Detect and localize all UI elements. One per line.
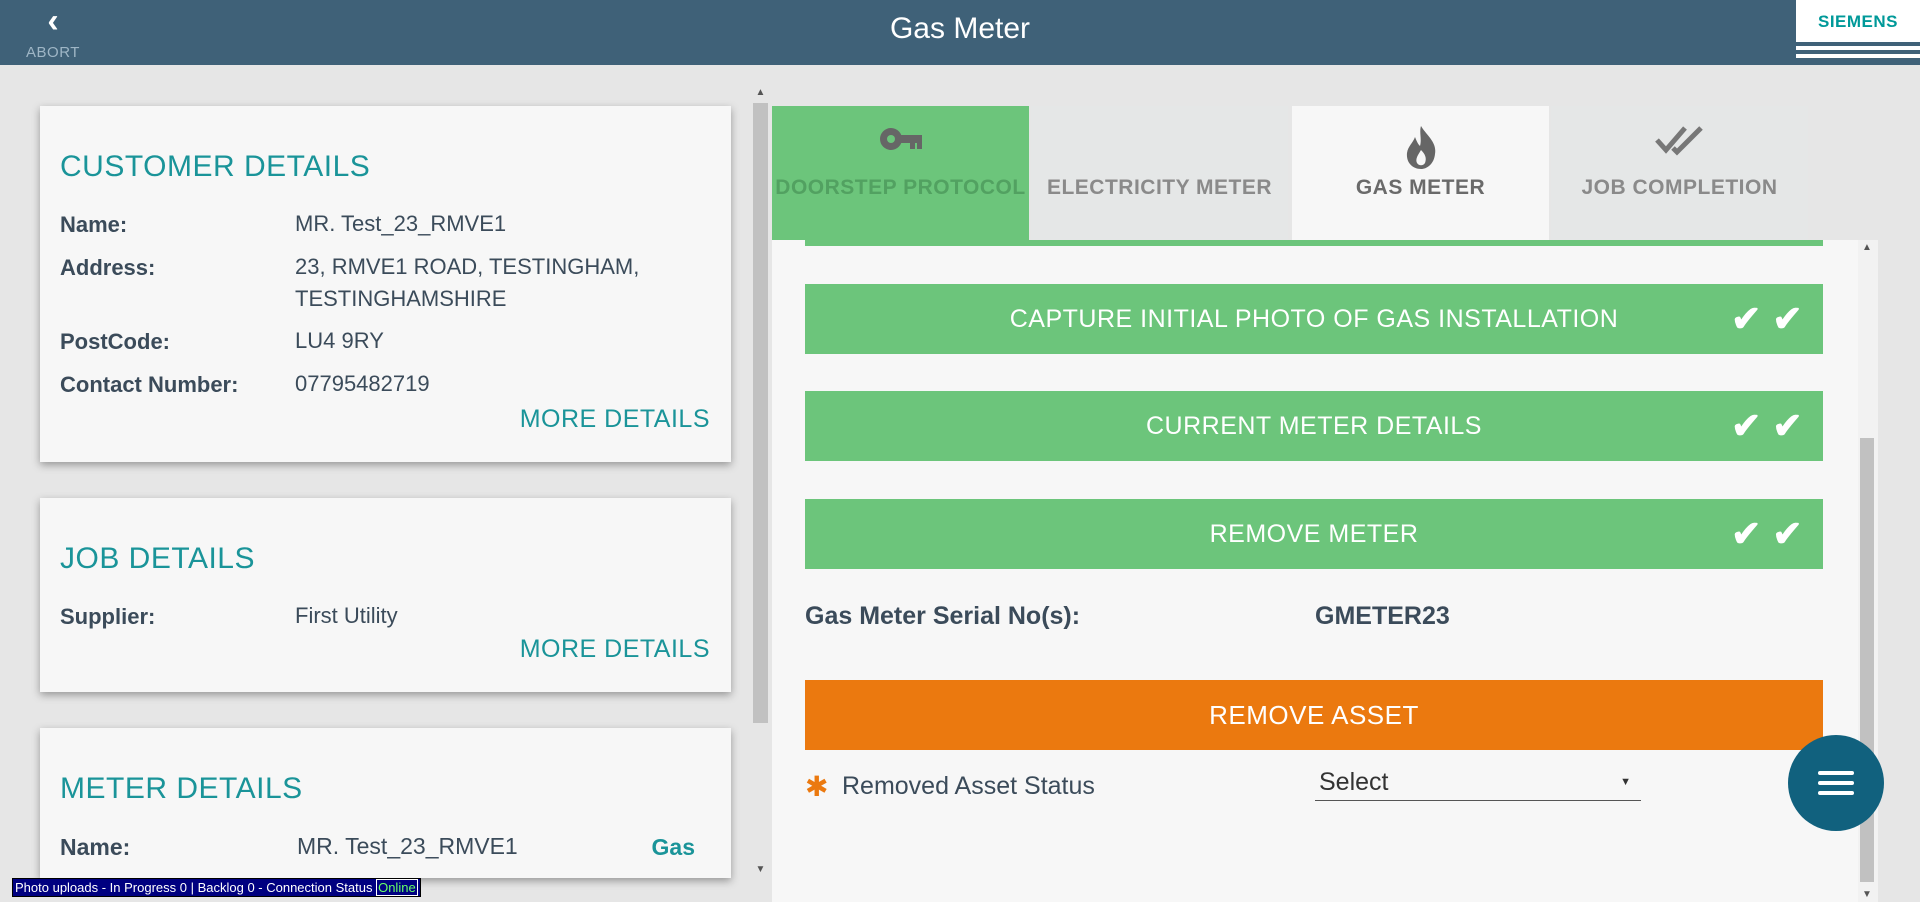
meter-details-heading: METER DETAILS (60, 772, 303, 805)
customer-details-card: CUSTOMER DETAILS Name: MR. Test_23_RMVE1… (40, 106, 731, 462)
left-scrollbar[interactable]: ▲ ▼ (752, 87, 769, 875)
remove-meter-section[interactable]: REMOVE METER ✔︎ ✔︎ (805, 499, 1823, 569)
job-more-details-link[interactable]: MORE DETAILS (520, 635, 710, 664)
double-check-icon: ✔︎ ✔︎ (1731, 298, 1803, 339)
hamburger-icon (1818, 791, 1854, 795)
remove-asset-button[interactable]: REMOVE ASSET (805, 680, 1823, 750)
customer-address-label: Address: (60, 255, 156, 280)
tab-electricity-meter-label: ELECTRICITY METER (1046, 176, 1273, 199)
capture-photo-section[interactable]: CAPTURE INITIAL PHOTO OF GAS INSTALLATIO… (805, 284, 1823, 354)
supplier-label: Supplier: (60, 604, 156, 629)
scroll-down-arrow-icon[interactable]: ▼ (1858, 889, 1876, 900)
caret-down-icon: ▼ (1620, 776, 1631, 788)
app-header: ‹ ABORT Gas Meter SIEMENS (0, 0, 1920, 65)
job-details-heading: JOB DETAILS (60, 542, 255, 575)
customer-details-heading: CUSTOMER DETAILS (60, 150, 371, 183)
logo-text: SIEMENS (1817, 12, 1899, 31)
flame-icon (1406, 126, 1435, 169)
tab-job-completion[interactable]: JOB COMPLETION (1551, 106, 1808, 240)
hamburger-icon (1818, 771, 1854, 775)
logo-stripe (1796, 42, 1920, 46)
tab-job-completion-label: JOB COMPLETION (1581, 176, 1778, 199)
supplier-value: First Utility (295, 603, 398, 628)
hamburger-icon (1818, 781, 1854, 785)
meter-details-card: METER DETAILS Name: MR. Test_23_RMVE1 Ga… (40, 728, 731, 878)
upload-status-text: Photo uploads - In Progress 0 | Backlog … (15, 880, 373, 895)
removed-asset-status-label: Removed Asset Status (842, 772, 1095, 800)
gas-meter-panel: CAPTURE INITIAL PHOTO OF GAS INSTALLATIO… (772, 240, 1878, 902)
select-value: Select (1319, 768, 1389, 796)
customer-postcode-value: LU4 9RY (295, 328, 384, 353)
tab-gas-meter-label: GAS METER (1355, 176, 1486, 199)
tab-gas-meter[interactable]: GAS METER (1292, 106, 1549, 240)
double-check-icon (1654, 126, 1703, 156)
customer-name-value: MR. Test_23_RMVE1 (295, 211, 507, 236)
remove-meter-label: REMOVE METER (1209, 520, 1419, 548)
connection-status-badge: Online (376, 879, 418, 896)
serial-value: GMETER23 (1315, 602, 1450, 630)
logo-stripe (1796, 50, 1920, 54)
removed-asset-status-select[interactable]: Select ▼ (1315, 766, 1641, 801)
customer-contact-label: Contact Number: (60, 372, 239, 397)
double-check-icon: ✔︎ ✔︎ (1731, 513, 1803, 554)
capture-photo-label: CAPTURE INITIAL PHOTO OF GAS INSTALLATIO… (1009, 305, 1619, 333)
tab-doorstep-protocol-label: DOORSTEP PROTOCOL (775, 176, 1026, 199)
meter-type-badge: Gas (651, 834, 695, 860)
tab-electricity-meter[interactable]: ELECTRICITY METER (1031, 106, 1288, 240)
customer-more-details-link[interactable]: MORE DETAILS (520, 405, 710, 434)
key-icon (879, 128, 922, 150)
section-divider (805, 240, 1823, 246)
scroll-down-arrow-icon[interactable]: ▼ (752, 864, 769, 875)
menu-fab-button[interactable] (1788, 735, 1884, 831)
left-scroll-thumb[interactable] (753, 103, 768, 723)
job-details-card: JOB DETAILS Supplier: First Utility MORE… (40, 498, 731, 692)
siemens-logo: SIEMENS (1796, 0, 1920, 58)
customer-address-value: 23, RMVE1 ROAD, TESTINGHAM, TESTINGHAMSH… (295, 254, 640, 311)
page-title: Gas Meter (889, 12, 1031, 45)
scroll-up-arrow-icon[interactable]: ▲ (1858, 242, 1876, 253)
serial-label: Gas Meter Serial No(s): (805, 602, 1081, 630)
current-meter-label: CURRENT METER DETAILS (1145, 412, 1482, 440)
tab-doorstep-protocol[interactable]: DOORSTEP PROTOCOL (772, 106, 1029, 240)
double-check-icon: ✔︎ ✔︎ (1731, 405, 1803, 446)
current-meter-details-section[interactable]: CURRENT METER DETAILS ✔︎ ✔︎ (805, 391, 1823, 461)
customer-contact-value: 07795482719 (295, 371, 430, 396)
required-asterisk-icon: ✱ (805, 771, 829, 802)
meter-name-label: Name: (60, 834, 131, 860)
customer-postcode-label: PostCode: (60, 329, 170, 354)
scroll-up-arrow-icon[interactable]: ▲ (752, 87, 769, 98)
customer-name-label: Name: (60, 212, 128, 237)
upload-status-bar: Photo uploads - In Progress 0 | Backlog … (12, 878, 421, 897)
